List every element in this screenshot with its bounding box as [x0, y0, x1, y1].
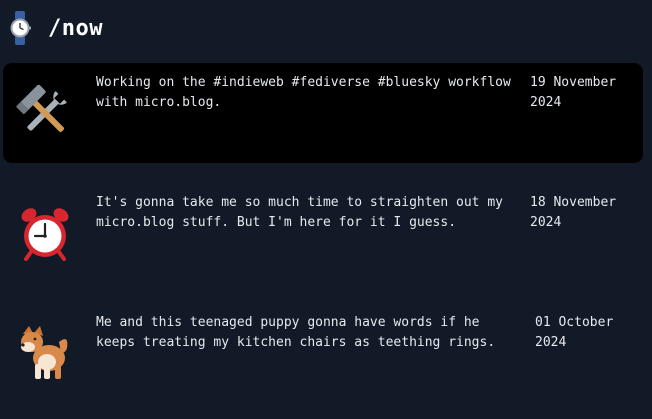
watch-icon: [6, 10, 34, 46]
entry-date: 19 November 2024: [530, 75, 617, 110]
entry-text: It's gonna take me so much time to strai…: [96, 195, 503, 230]
entry-text: Working on the #indieweb #fediverse #blu…: [96, 75, 511, 110]
page-title: /now: [48, 15, 103, 41]
entry-text: Me and this teenaged puppy gonna have wo…: [96, 315, 496, 350]
hammer-and-wrench-icon: [15, 83, 75, 143]
entry-date: 01 October 2024: [535, 315, 614, 350]
page-header: /now: [6, 10, 103, 46]
now-entry[interactable]: Me and this teenaged puppy gonna have wo…: [3, 303, 643, 403]
dog-icon: [15, 323, 75, 383]
now-entry[interactable]: It's gonna take me so much time to strai…: [3, 183, 643, 283]
now-entry[interactable]: Working on the #indieweb #fediverse #blu…: [3, 63, 643, 163]
alarm-clock-icon: [15, 203, 75, 263]
entry-date: 18 November 2024: [530, 195, 617, 230]
